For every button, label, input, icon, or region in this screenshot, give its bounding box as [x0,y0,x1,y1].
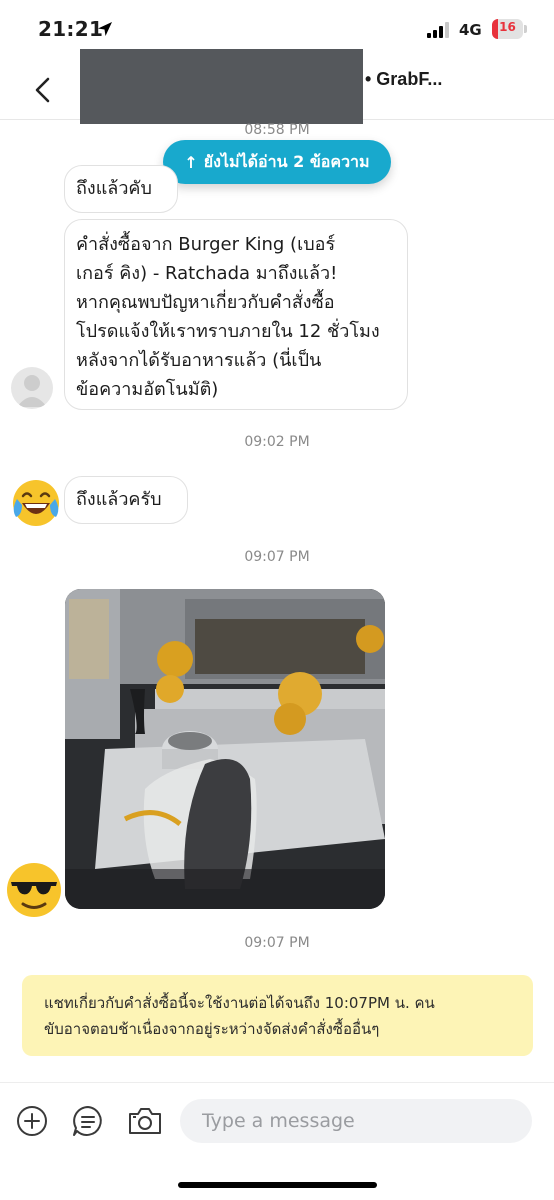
laughing-tears-emoji[interactable] [10,477,62,529]
message-bubble[interactable]: ถึงแล้วคับ [64,165,178,213]
message-line: โปรดแจ้งให้เราทราบภายใน 12 ชั่วโมง [76,321,380,342]
battery-nub [524,25,527,33]
message-line: หากคุณพบปัญหาเกี่ยวกับคำสั่งซื้อ [76,292,335,313]
chat-title: • GrabF... [365,69,443,89]
notice-line: แชทเกี่ยวกับคำสั่งซื้อนี้จะใช้งานต่อได้จ… [44,994,435,1012]
message-line: เกอร์ คิง) - Ratchada มาถึงแล้ว! [76,263,338,284]
message-bubble[interactable]: คำสั่งซื้อจาก Burger King (เบอร์ เกอร์ ค… [64,219,408,410]
add-attachment-button[interactable] [15,1104,49,1138]
message-text: ถึงแล้วครับ [76,489,162,510]
unread-label: ยังไม่ได้อ่าน 2 ข้อความ [203,151,370,171]
chat-header: • GrabF... [0,49,554,124]
battery-icon: 16 [492,19,523,39]
message-composer [0,1082,554,1200]
quick-reply-button[interactable] [71,1104,105,1138]
plus-circle-icon [17,1106,47,1136]
location-arrow-icon [98,22,112,36]
timestamp: 09:02 PM [244,434,310,450]
back-button[interactable] [24,70,64,110]
timestamp: 09:07 PM [244,935,310,951]
arrow-up-icon: ↑ [184,152,198,172]
chat-expiry-notice: แชทเกี่ยวกับคำสั่งซื้อนี้จะใช้งานต่อได้จ… [22,975,533,1056]
message-input[interactable] [180,1099,532,1143]
default-avatar-icon[interactable] [11,367,53,409]
signal-icon [427,22,453,38]
sunglasses-emoji[interactable] [4,860,64,920]
image-message[interactable] [65,589,385,909]
laughing-face-icon [13,480,59,526]
shrine-photo [65,589,385,909]
quick-reply-icon [73,1106,102,1136]
battery-level: 16 [499,20,516,34]
message-bubble[interactable]: ถึงแล้วครับ [64,476,188,524]
redacted-name [80,49,363,124]
message-line: หลังจากได้รับอาหารแล้ว (นี่เป็น [76,350,322,371]
message-line: ข้อความอัตโนมัติ) [76,379,219,400]
timestamp: 08:58 PM [244,122,310,138]
message-line: คำสั่งซื้อจาก Burger King (เบอร์ [76,234,336,255]
person-icon [17,375,47,407]
network-type: 4G [459,21,482,39]
sunglasses-face-icon [7,863,61,917]
chevron-left-icon [35,77,50,103]
unread-messages-button[interactable]: ↑ ยังไม่ได้อ่าน 2 ข้อความ [163,140,391,184]
timestamp: 09:07 PM [244,549,310,565]
camera-button[interactable] [127,1104,163,1138]
clock: 21:21 [38,17,104,41]
notice-line: ขับอาจตอบช้าเนื่องจากอยู่ระหว่างจัดส่งคำ… [44,1020,380,1038]
home-indicator [178,1182,377,1188]
message-text: ถึงแล้วคับ [76,178,152,199]
camera-icon [129,1108,161,1134]
